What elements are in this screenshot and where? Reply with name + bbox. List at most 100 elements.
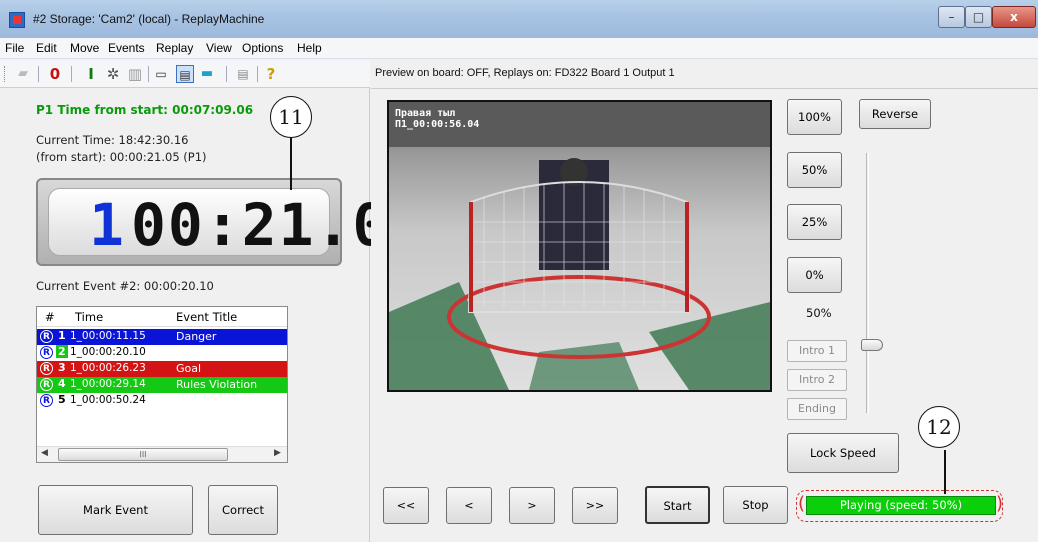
event-row[interactable]: R 4 1_00:00:29.14 Rules Violation bbox=[37, 377, 287, 393]
playing-status-bar: Playing (speed: 50%) bbox=[806, 496, 996, 515]
info-icon[interactable]: I bbox=[82, 65, 100, 83]
highlight-bracket-left: ( bbox=[798, 493, 806, 514]
toolbar-separator bbox=[226, 66, 227, 82]
menu-file[interactable]: File bbox=[5, 41, 24, 55]
timecode-display: 1 00:21.05 bbox=[36, 178, 424, 266]
fast-rewind-button[interactable]: << bbox=[383, 487, 429, 524]
event-time: 1_00:00:26.23 bbox=[70, 362, 146, 374]
speed-slider-track[interactable] bbox=[866, 153, 869, 413]
replay-badge-icon: R bbox=[40, 362, 53, 375]
fast-forward-button[interactable]: >> bbox=[572, 487, 618, 524]
speed-50-button[interactable]: 50% bbox=[787, 152, 842, 188]
list-icon[interactable]: ▤ bbox=[234, 65, 252, 83]
menu-move[interactable]: Move bbox=[70, 41, 99, 55]
minimize-button[interactable]: – bbox=[938, 6, 965, 28]
video-preview: Правая тыл П1_00:00:56.04 bbox=[387, 100, 772, 392]
event-title: Goal bbox=[176, 362, 202, 375]
column-header-title[interactable]: Event Title bbox=[176, 310, 237, 324]
intro-2-button[interactable]: Intro 2 bbox=[787, 369, 847, 391]
menu-view[interactable]: View bbox=[206, 41, 232, 55]
start-button[interactable]: Start bbox=[645, 486, 710, 524]
left-panel: P1 Time from start: 00:07:09.06 Current … bbox=[0, 88, 424, 542]
speed-0-button[interactable]: 0% bbox=[787, 257, 842, 293]
correct-button[interactable]: Correct bbox=[208, 485, 278, 535]
event-list[interactable]: # Time Event Title R 1 1_00:00:11.15 Dan… bbox=[36, 306, 288, 463]
menu-replay[interactable]: Replay bbox=[156, 41, 193, 55]
event-title: Danger bbox=[176, 330, 217, 343]
event-number: 5 bbox=[58, 393, 66, 406]
monitor-icon[interactable]: ▤ bbox=[176, 65, 194, 83]
goal-net-image bbox=[389, 102, 770, 390]
replay-badge-icon: R bbox=[40, 394, 53, 407]
replay-badge-icon: R bbox=[40, 378, 53, 391]
speed-25-button[interactable]: 25% bbox=[787, 204, 842, 240]
scrollbar-thumb[interactable]: III bbox=[58, 448, 228, 461]
toolbar: ▰ 0 I ✲ ▥ ▭ ▤ ▬ ▤ ? bbox=[0, 60, 370, 88]
column-header-time[interactable]: Time bbox=[75, 310, 103, 324]
window-title: #2 Storage: 'Cam2' (local) - ReplayMachi… bbox=[33, 12, 265, 26]
replay-badge-icon: R bbox=[40, 330, 53, 343]
menu-bar: File Edit Move Events Replay View Option… bbox=[0, 38, 1038, 59]
p1-time-from-start: P1 Time from start: 00:07:09.06 bbox=[36, 103, 254, 117]
event-time: 1_00:00:50.24 bbox=[70, 394, 146, 406]
record-icon[interactable]: 0 bbox=[46, 65, 64, 83]
help-icon[interactable]: ? bbox=[262, 65, 280, 83]
display-icon[interactable]: ▬ bbox=[198, 65, 216, 83]
column-header-number[interactable]: # bbox=[45, 310, 55, 324]
reverse-button[interactable]: Reverse bbox=[859, 99, 931, 129]
step-back-button[interactable]: < bbox=[446, 487, 492, 524]
event-number: 1 bbox=[58, 329, 66, 342]
event-row[interactable]: R 2 1_00:00:20.10 bbox=[37, 345, 287, 361]
menu-events[interactable]: Events bbox=[108, 41, 145, 55]
period-digit: 1 bbox=[89, 191, 126, 259]
callout-11-leader bbox=[290, 133, 292, 190]
toolbar-separator bbox=[38, 66, 39, 82]
video-frame: Правая тыл П1_00:00:56.04 bbox=[389, 102, 770, 390]
camera-icon[interactable]: ▭ bbox=[152, 65, 170, 83]
stop-button[interactable]: Stop bbox=[723, 486, 788, 524]
timecode-lcd: 1 00:21.05 bbox=[48, 188, 424, 259]
menu-options[interactable]: Options bbox=[242, 41, 283, 55]
ending-button[interactable]: Ending bbox=[787, 398, 847, 420]
speed-slider-thumb[interactable] bbox=[861, 339, 883, 351]
menu-help[interactable]: Help bbox=[297, 41, 322, 55]
current-event: Current Event #2: 00:00:20.10 bbox=[36, 279, 214, 293]
video-timecode: П1_00:00:56.04 bbox=[395, 119, 480, 130]
open-icon[interactable]: ▰ bbox=[14, 65, 32, 83]
event-time: 1_00:00:29.14 bbox=[70, 378, 146, 390]
menu-edit[interactable]: Edit bbox=[36, 41, 57, 55]
event-time: 1_00:00:11.15 bbox=[70, 330, 146, 342]
lock-speed-button[interactable]: Lock Speed bbox=[787, 433, 899, 473]
board-status-line: Preview on board: OFF, Replays on: FD322… bbox=[375, 67, 675, 79]
callout-12: 12 bbox=[918, 406, 960, 448]
toolbar-grip bbox=[4, 66, 5, 82]
event-row[interactable]: R 1 1_00:00:11.15 Danger bbox=[37, 329, 287, 345]
step-forward-button[interactable]: > bbox=[509, 487, 555, 524]
horizontal-scrollbar[interactable]: ◀ III ▶ bbox=[37, 446, 287, 462]
scroll-left-icon[interactable]: ◀ bbox=[41, 448, 48, 458]
event-time: 1_00:00:20.10 bbox=[70, 346, 146, 358]
time-from-start: (from start): 00:00:21.05 (P1) bbox=[36, 150, 207, 164]
event-number: 2 bbox=[56, 345, 68, 358]
event-title: Rules Violation bbox=[176, 378, 258, 391]
tools-icon[interactable]: ✲ bbox=[104, 65, 122, 83]
current-speed-label: 50% bbox=[806, 306, 832, 320]
mark-event-button[interactable]: Mark Event bbox=[38, 485, 193, 535]
speed-100-button[interactable]: 100% bbox=[787, 99, 842, 135]
close-button[interactable]: x bbox=[992, 6, 1036, 28]
replay-machine-window: #2 Storage: 'Cam2' (local) - ReplayMachi… bbox=[0, 0, 1038, 542]
highlight-bracket-right: ) bbox=[996, 493, 1004, 514]
callout-11: 11 bbox=[270, 96, 312, 138]
maximize-button[interactable]: □ bbox=[965, 6, 992, 28]
event-number: 3 bbox=[58, 361, 66, 374]
toolbar-separator bbox=[148, 66, 149, 82]
event-row[interactable]: R 5 1_00:00:50.24 bbox=[37, 393, 287, 409]
app-icon bbox=[9, 12, 25, 28]
event-row[interactable]: R 3 1_00:00:26.23 Goal bbox=[37, 361, 287, 377]
scroll-right-icon[interactable]: ▶ bbox=[274, 448, 281, 458]
title-bar[interactable]: #2 Storage: 'Cam2' (local) - ReplayMachi… bbox=[0, 0, 1038, 38]
intro-1-button[interactable]: Intro 1 bbox=[787, 340, 847, 362]
event-list-header: # Time Event Title bbox=[37, 307, 287, 327]
storage-icon[interactable]: ▥ bbox=[126, 65, 144, 83]
camera-label: Правая тыл bbox=[395, 108, 456, 119]
